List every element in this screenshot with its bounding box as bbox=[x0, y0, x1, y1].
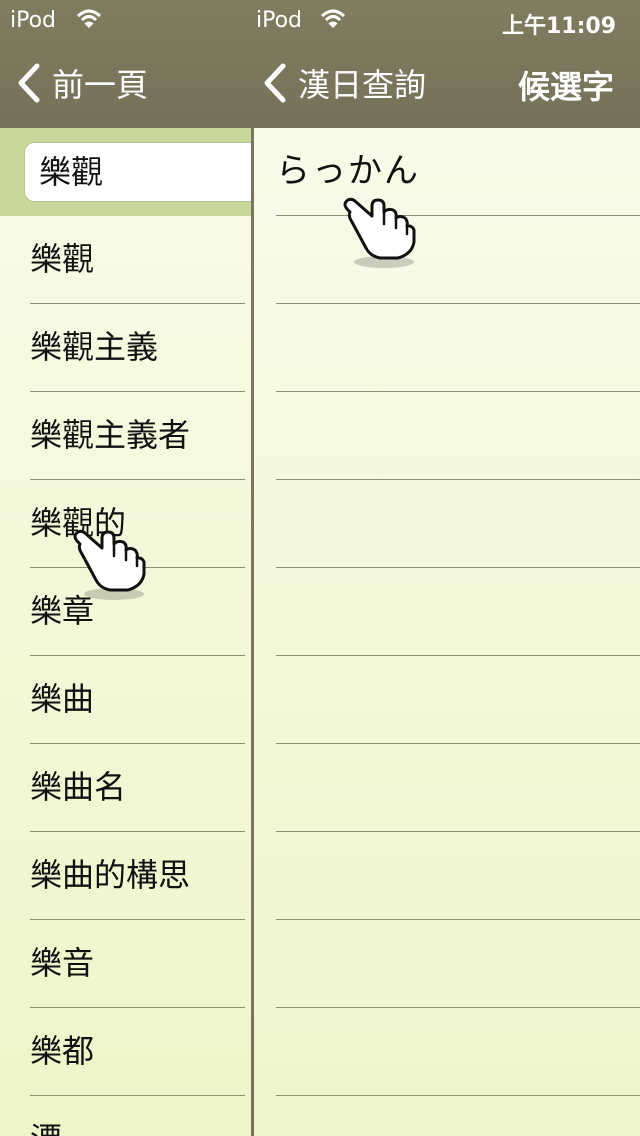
reading-item bbox=[276, 1008, 640, 1096]
list-item[interactable]: 樂曲的構思 bbox=[30, 832, 245, 920]
search-bar: 樂觀 bbox=[0, 128, 251, 216]
reading-item bbox=[276, 480, 640, 568]
reading-list-panel: らっかん bbox=[254, 128, 640, 1136]
word-list: 樂觀 樂觀主義 樂觀主義者 樂觀的 樂章 樂曲 樂曲名 樂曲的構思 樂音 樂都 … bbox=[0, 216, 251, 1136]
list-item[interactable]: 樂曲 bbox=[30, 656, 245, 744]
reading-item bbox=[276, 216, 640, 304]
pointing-hand-icon bbox=[343, 197, 416, 268]
pointing-hand-icon bbox=[73, 529, 146, 600]
reading-item bbox=[276, 1096, 640, 1136]
list-item[interactable]: 樂觀主義者 bbox=[30, 392, 245, 480]
reading-item bbox=[276, 920, 640, 1008]
wifi-icon bbox=[320, 9, 346, 28]
list-item[interactable]: 樂都 bbox=[30, 1008, 245, 1096]
reading-item bbox=[276, 832, 640, 920]
top-bar: iPod iPod 上午11:09 前一頁 漢日查詢 候選字 bbox=[0, 0, 640, 128]
reading-item bbox=[276, 568, 640, 656]
list-item[interactable]: 樂音 bbox=[30, 920, 245, 1008]
reading-item bbox=[276, 304, 640, 392]
list-item[interactable]: 漂 bbox=[30, 1096, 245, 1136]
reading-item bbox=[276, 656, 640, 744]
reading-item[interactable]: らっかん bbox=[276, 128, 640, 216]
search-input[interactable]: 樂觀 bbox=[24, 142, 251, 202]
back-button-label: 前一頁 bbox=[52, 66, 149, 104]
list-item[interactable]: 樂觀主義 bbox=[30, 304, 245, 392]
back-button[interactable]: 前一頁 bbox=[16, 58, 148, 108]
title-back-button[interactable]: 漢日查詢 bbox=[262, 58, 426, 108]
candidates-button[interactable]: 候選字 bbox=[518, 62, 614, 108]
reading-item bbox=[276, 392, 640, 480]
status-device-center: iPod bbox=[256, 8, 303, 33]
list-item[interactable]: 樂曲名 bbox=[30, 744, 245, 832]
chevron-left-icon bbox=[264, 63, 286, 103]
title-back-label: 漢日查詢 bbox=[298, 66, 427, 104]
list-item[interactable]: 樂觀 bbox=[30, 216, 245, 304]
wifi-icon bbox=[76, 9, 102, 28]
chevron-left-icon bbox=[18, 63, 40, 103]
status-device-left: iPod bbox=[10, 8, 57, 33]
word-list-panel: 樂觀 樂觀 樂觀主義 樂觀主義者 樂觀的 樂章 樂曲 樂曲名 樂曲的構思 樂音 … bbox=[0, 128, 251, 1136]
status-time: 上午11:09 bbox=[501, 14, 616, 39]
reading-item bbox=[276, 744, 640, 832]
